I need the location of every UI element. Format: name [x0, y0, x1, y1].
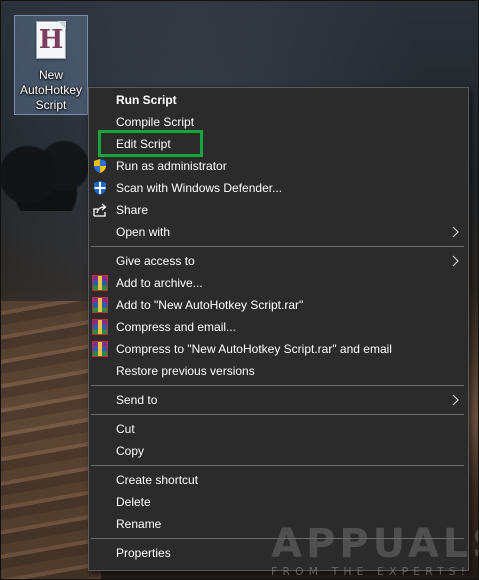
menu-item-label: Delete	[116, 495, 151, 509]
background-trees	[1, 121, 91, 211]
menu-item-add-to-rar[interactable]: Add to "New AutoHotkey Script.rar"	[89, 294, 468, 316]
menu-item-label: Open with	[116, 225, 171, 239]
menu-item-delete[interactable]: Delete	[89, 491, 468, 513]
menu-item-label: Add to "New AutoHotkey Script.rar"	[116, 298, 304, 312]
autohotkey-letter: H	[38, 25, 64, 55]
file-label-line: AutoHotkey	[19, 83, 83, 97]
file-label-line: Script	[35, 98, 67, 112]
winrar-icon	[92, 319, 108, 335]
menu-item-compress-and-email[interactable]: Compress and email...	[89, 316, 468, 338]
menu-item-label: Restore previous versions	[116, 364, 255, 378]
menu-item-label: Run as administrator	[116, 159, 227, 173]
menu-item-open-with[interactable]: Open with	[89, 221, 468, 243]
winrar-icon	[92, 275, 108, 291]
chevron-right-icon	[452, 255, 459, 267]
menu-item-label: Properties	[116, 546, 171, 560]
watermark-tagline: FROM THE EXPERTS!	[271, 565, 471, 578]
menu-item-label: Create shortcut	[116, 473, 199, 487]
autohotkey-file-icon: H	[36, 21, 66, 59]
menu-separator	[91, 414, 464, 415]
edit-script-highlight-box	[98, 130, 203, 157]
menu-item-add-to-archive[interactable]: Add to archive...	[89, 272, 468, 294]
watermark-brand: APPUALS	[271, 521, 478, 567]
menu-separator	[91, 385, 464, 386]
menu-separator	[91, 246, 464, 247]
menu-item-label: Cut	[116, 422, 135, 436]
menu-item-cut[interactable]: Cut	[89, 418, 468, 440]
menu-item-label: Run Script	[116, 93, 177, 107]
menu-item-label: Add to archive...	[116, 276, 203, 290]
uac-shield-icon	[94, 159, 106, 173]
menu-item-run-as-administrator[interactable]: Run as administrator	[89, 155, 468, 177]
menu-separator	[91, 465, 464, 466]
menu-item-restore-previous-versions[interactable]: Restore previous versions	[89, 360, 468, 382]
menu-item-label: Share	[116, 203, 149, 217]
menu-item-label: Compress to "New AutoHotkey Script.rar" …	[116, 342, 392, 356]
background-road	[1, 301, 101, 579]
winrar-icon	[92, 341, 108, 357]
menu-item-run-script[interactable]: Run Script	[89, 89, 468, 111]
menu-item-label: Send to	[116, 393, 158, 407]
menu-item-copy[interactable]: Copy	[89, 440, 468, 462]
desktop-file-label: New AutoHotkey Script	[15, 68, 87, 113]
menu-item-label: Give access to	[116, 254, 195, 268]
desktop-background: H New AutoHotkey Script Run Script Compi…	[0, 0, 479, 580]
menu-item-scan-with-defender[interactable]: Scan with Windows Defender...	[89, 177, 468, 199]
menu-item-send-to[interactable]: Send to	[89, 389, 468, 411]
menu-item-create-shortcut[interactable]: Create shortcut	[89, 469, 468, 491]
desktop-file-new-autohotkey-script[interactable]: H New AutoHotkey Script	[14, 15, 88, 115]
winrar-icon	[92, 297, 108, 313]
file-label-line: New	[38, 68, 63, 82]
appuals-watermark: APPUALS FROM THE EXPERTS!	[271, 521, 478, 578]
context-menu: Run Script Compile Script Edit Script Ru…	[88, 87, 469, 571]
chevron-right-icon	[452, 226, 459, 238]
menu-item-label: Scan with Windows Defender...	[116, 181, 283, 195]
chevron-right-icon	[452, 394, 459, 406]
menu-item-label: Compress and email...	[116, 320, 237, 334]
menu-item-give-access-to[interactable]: Give access to	[89, 250, 468, 272]
menu-item-label: Rename	[116, 517, 162, 531]
menu-item-label: Copy	[116, 444, 145, 458]
menu-item-compress-to-rar-and-email[interactable]: Compress to "New AutoHotkey Script.rar" …	[89, 338, 468, 360]
defender-icon	[94, 181, 106, 195]
menu-item-share[interactable]: Share	[89, 199, 468, 221]
share-icon	[93, 203, 107, 217]
